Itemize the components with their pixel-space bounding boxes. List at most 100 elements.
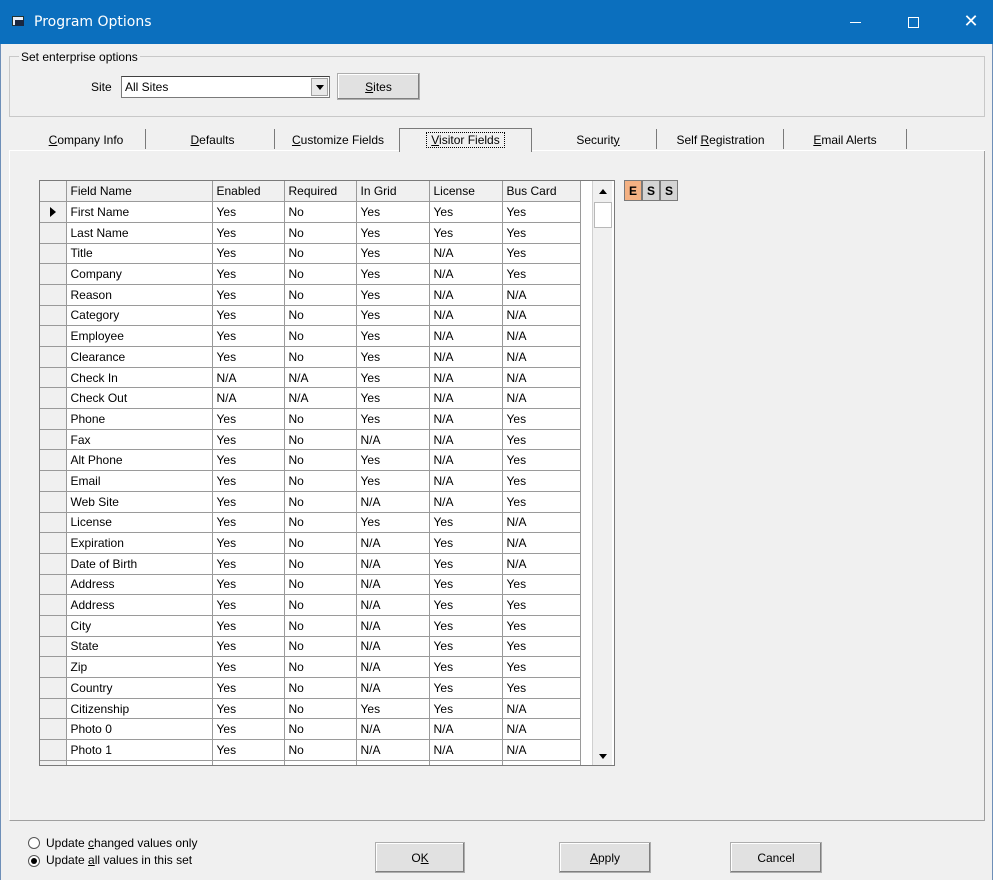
tab-security[interactable]: Security: [548, 127, 648, 152]
cell-required[interactable]: N/A: [284, 367, 357, 389]
cell-required[interactable]: No: [284, 656, 357, 678]
minimize-button[interactable]: [832, 0, 878, 44]
table-row[interactable]: City Yes No N/A Yes Yes: [40, 615, 581, 637]
cell-bus-card[interactable]: N/A: [502, 512, 581, 534]
cell-enabled[interactable]: Yes: [212, 636, 285, 658]
cell-required[interactable]: No: [284, 429, 357, 451]
cell-in-grid[interactable]: N/A: [356, 553, 430, 575]
table-row[interactable]: State Yes No N/A Yes Yes: [40, 636, 581, 658]
cell-in-grid[interactable]: Yes: [356, 325, 430, 347]
table-row[interactable]: Email Yes No Yes N/A Yes: [40, 470, 581, 492]
cell-license[interactable]: N/A: [429, 346, 503, 368]
cell-bus-card[interactable]: N/A: [502, 553, 581, 575]
table-row[interactable]: Reason Yes No Yes N/A N/A: [40, 284, 581, 306]
cell-license[interactable]: Yes: [429, 222, 503, 244]
cell-enabled[interactable]: Yes: [212, 553, 285, 575]
cell-in-grid[interactable]: N/A: [356, 574, 430, 596]
cell-enabled[interactable]: Yes: [212, 760, 285, 765]
row-selector[interactable]: [40, 491, 67, 513]
cell-required[interactable]: No: [284, 636, 357, 658]
cell-license[interactable]: N/A: [429, 491, 503, 513]
cell-in-grid[interactable]: N/A: [356, 615, 430, 637]
row-selector[interactable]: [40, 718, 67, 741]
cell-required[interactable]: No: [284, 305, 357, 327]
row-selector[interactable]: [40, 408, 67, 430]
sites-button[interactable]: Sites: [337, 73, 420, 100]
cell-license[interactable]: Yes: [429, 553, 503, 575]
cell-license[interactable]: Yes: [429, 677, 503, 699]
cell-field-name[interactable]: Date of Birth: [66, 553, 213, 575]
cell-enabled[interactable]: Yes: [212, 263, 285, 285]
enabled-toggle-button[interactable]: E: [624, 180, 642, 201]
table-row[interactable]: Last Name Yes No Yes Yes Yes: [40, 222, 581, 244]
cell-field-name[interactable]: Expiration: [66, 532, 213, 554]
cell-field-name[interactable]: Web Site: [66, 491, 213, 513]
cell-license[interactable]: N/A: [429, 325, 503, 347]
cell-bus-card[interactable]: Yes: [502, 243, 581, 265]
cell-bus-card[interactable]: Yes: [502, 222, 581, 244]
cell-bus-card[interactable]: Yes: [502, 470, 581, 492]
column-header-field-name[interactable]: Field Name: [66, 181, 213, 203]
column-header-bus-card[interactable]: Bus Card: [502, 181, 581, 203]
cell-in-grid[interactable]: N/A: [356, 429, 430, 451]
column-header-required[interactable]: Required: [284, 181, 357, 203]
cell-enabled[interactable]: Yes: [212, 243, 285, 265]
cell-in-grid[interactable]: Yes: [356, 449, 430, 472]
cell-license[interactable]: N/A: [429, 760, 503, 765]
cell-required[interactable]: No: [284, 760, 357, 765]
cell-license[interactable]: N/A: [429, 470, 503, 492]
row-selector[interactable]: [40, 677, 67, 699]
cell-license[interactable]: N/A: [429, 263, 503, 285]
cell-in-grid[interactable]: Yes: [356, 201, 430, 223]
cell-in-grid[interactable]: Yes: [356, 470, 430, 492]
row-selector[interactable]: [40, 574, 67, 596]
cell-required[interactable]: No: [284, 574, 357, 596]
cell-license[interactable]: N/A: [429, 387, 503, 410]
table-row[interactable]: Clearance Yes No Yes N/A N/A: [40, 346, 581, 368]
cell-field-name[interactable]: Reason: [66, 284, 213, 306]
cell-required[interactable]: No: [284, 201, 357, 223]
row-selector[interactable]: [40, 512, 67, 534]
row-selector[interactable]: [40, 449, 67, 472]
cell-bus-card[interactable]: Yes: [502, 656, 581, 678]
cell-in-grid[interactable]: Yes: [356, 263, 430, 285]
cell-field-name[interactable]: Alt Phone: [66, 449, 213, 472]
cell-field-name[interactable]: Clearance: [66, 346, 213, 368]
cell-in-grid[interactable]: N/A: [356, 532, 430, 554]
cell-in-grid[interactable]: Yes: [356, 284, 430, 306]
column-header-license[interactable]: License: [429, 181, 503, 203]
scan-toggle-button[interactable]: S: [660, 180, 678, 201]
table-row[interactable]: Check Out N/A N/A Yes N/A N/A: [40, 387, 581, 410]
cell-field-name[interactable]: Title: [66, 243, 213, 265]
cell-field-name[interactable]: Photo 1: [66, 739, 213, 761]
cell-bus-card[interactable]: N/A: [502, 325, 581, 347]
cell-field-name[interactable]: Address: [66, 594, 213, 616]
cell-in-grid[interactable]: Yes: [356, 512, 430, 534]
table-row[interactable]: Address Yes No N/A Yes Yes: [40, 594, 581, 616]
row-selector[interactable]: [40, 243, 67, 265]
cell-bus-card[interactable]: N/A: [502, 532, 581, 554]
cell-required[interactable]: No: [284, 284, 357, 306]
cell-required[interactable]: No: [284, 698, 357, 720]
row-selector[interactable]: [40, 532, 67, 554]
cell-field-name[interactable]: City: [66, 615, 213, 637]
scroll-thumb[interactable]: [594, 202, 612, 228]
table-row[interactable]: Employee Yes No Yes N/A N/A: [40, 325, 581, 347]
cell-field-name[interactable]: Email: [66, 470, 213, 492]
cell-bus-card[interactable]: N/A: [502, 760, 581, 765]
cell-enabled[interactable]: Yes: [212, 739, 285, 761]
cell-bus-card[interactable]: N/A: [502, 739, 581, 761]
cell-required[interactable]: No: [284, 512, 357, 534]
cell-bus-card[interactable]: Yes: [502, 594, 581, 616]
cell-enabled[interactable]: Yes: [212, 470, 285, 492]
cell-in-grid[interactable]: Yes: [356, 387, 430, 410]
table-row[interactable]: Zip Yes No N/A Yes Yes: [40, 656, 581, 678]
cell-license[interactable]: Yes: [429, 698, 503, 720]
cell-required[interactable]: No: [284, 594, 357, 616]
table-row[interactable]: Company Yes No Yes N/A Yes: [40, 263, 581, 285]
cell-in-grid[interactable]: N/A: [356, 760, 430, 765]
cell-field-name[interactable]: Fax: [66, 429, 213, 451]
cell-bus-card[interactable]: Yes: [502, 574, 581, 596]
update-changed-radio[interactable]: [28, 837, 40, 849]
cell-field-name[interactable]: Company: [66, 263, 213, 285]
